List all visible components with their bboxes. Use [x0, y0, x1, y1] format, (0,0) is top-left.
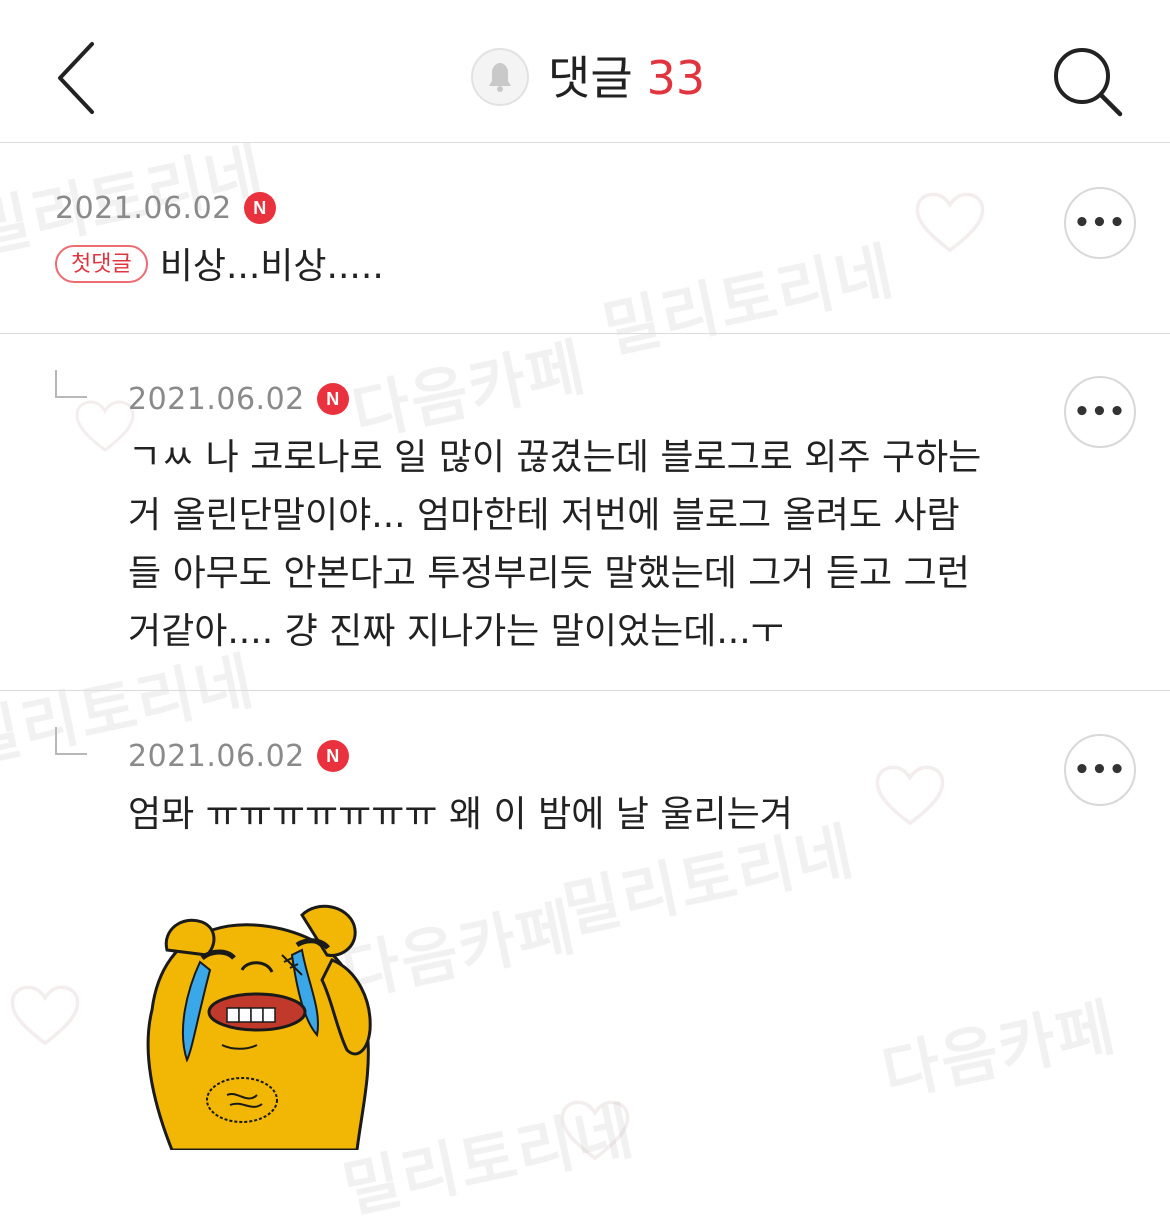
comment-meta: 2021.06.02 N — [55, 188, 276, 228]
back-button[interactable] — [48, 40, 108, 116]
comment-body: 엄뫄 ㅠㅠㅠㅠㅠㅠㅠ 왜 이 밤에 날 울리는겨 — [128, 786, 793, 844]
comment-more-button[interactable]: ••• — [1064, 734, 1136, 806]
search-button[interactable] — [1050, 44, 1124, 118]
comment-date: 2021.06.02 — [55, 190, 232, 226]
comment-count: 33 — [646, 51, 706, 105]
comment-text: 엄뫄 ㅠㅠㅠㅠㅠㅠㅠ 왜 이 밤에 날 울리는겨 — [128, 794, 793, 835]
new-badge: N — [243, 192, 276, 224]
comment-more-button[interactable]: ••• — [1064, 376, 1136, 448]
first-comment-badge: 첫댓글 — [55, 245, 148, 283]
comment-text: 비상...비상..... — [159, 246, 384, 287]
comment-body: ㄱㅆ 나 코로나로 일 많이 끊겼는데 블로그로 외주 구하는 거 올린단말이야… — [128, 429, 1068, 661]
comment-line: 거 올린단말이야... 엄마한테 저번에 블로그 올려도 사람 — [128, 495, 960, 536]
notification-toggle-button[interactable] — [470, 47, 530, 107]
page-title: 댓글 33 — [548, 46, 705, 110]
reply-arrow-icon — [55, 370, 87, 398]
app-header: 댓글 33 — [0, 0, 1170, 143]
page-title-label: 댓글 — [548, 51, 633, 105]
comment-date: 2021.06.02 — [128, 738, 305, 774]
bell-icon — [471, 48, 529, 106]
new-badge: N — [316, 740, 349, 772]
comment-line: 거같아.... 걍 진짜 지나가는 말이었는데...ㅜ — [128, 611, 784, 652]
comment-meta: 2021.06.02 N — [128, 736, 349, 776]
comment-meta: 2021.06.02 N — [128, 379, 349, 419]
search-icon — [1054, 48, 1123, 117]
reply-arrow-icon — [55, 727, 87, 755]
comment-body: 첫댓글 비상...비상..... — [55, 238, 384, 296]
reply-comment-item: 2021.06.02 N ••• ㄱㅆ 나 코로나로 일 많이 끊겼는데 블로그… — [0, 334, 1170, 690]
comment-more-button[interactable]: ••• — [1064, 187, 1136, 259]
new-badge: N — [316, 383, 349, 415]
comment-item: 2021.06.02 N ••• 첫댓글 비상...비상..... — [0, 143, 1170, 333]
comment-date: 2021.06.02 — [128, 381, 305, 417]
crying-bear-sticker — [146, 904, 372, 1150]
comment-line: 들 아무도 안본다고 투정부리듯 말했는데 그거 듣고 그런 — [128, 553, 970, 594]
chevron-left-icon — [58, 42, 94, 114]
comment-line: ㄱㅆ 나 코로나로 일 많이 끊겼는데 블로그로 외주 구하는 — [128, 437, 982, 478]
